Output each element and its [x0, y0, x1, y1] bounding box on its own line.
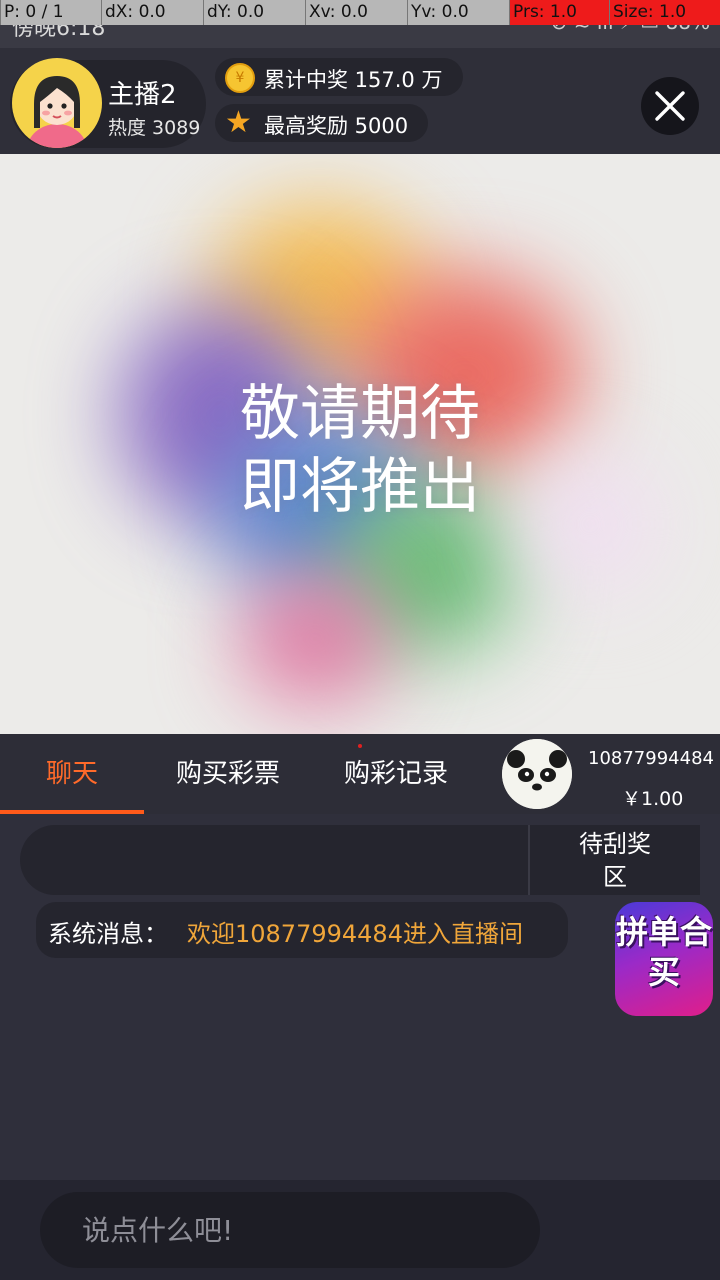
- debug-size: Size: 1.0: [609, 0, 720, 25]
- debug-pressure: Prs: 1.0: [509, 0, 609, 25]
- debug-dy: dY: 0.0: [203, 0, 305, 25]
- close-button[interactable]: [641, 77, 699, 135]
- tab-chat[interactable]: 聊天: [0, 734, 144, 814]
- total-winnings-text: 累计中奖 157.0 万: [264, 68, 443, 92]
- coming-soon-line2: 即将推出: [240, 452, 480, 522]
- host-avatar[interactable]: [12, 58, 102, 148]
- group-buy-label: 拼单合买: [615, 913, 712, 991]
- chat-input[interactable]: [40, 1192, 540, 1268]
- notice-divider: [528, 825, 530, 895]
- tab-buy-lottery[interactable]: 购买彩票: [150, 734, 306, 814]
- tab-purchase-records[interactable]: 购彩记录: [320, 734, 472, 814]
- coming-soon-message: 敬请期待 即将推出: [0, 378, 720, 524]
- debug-pointer: P: 0 / 1: [0, 0, 101, 25]
- debug-dx: dX: 0.0: [101, 0, 203, 25]
- panda-icon: [502, 739, 572, 809]
- star-icon: ★: [225, 105, 252, 140]
- system-message-label: 系统消息：: [48, 920, 168, 948]
- system-message-text: 欢迎10877994484进入直播间: [187, 920, 523, 948]
- notification-dot: [358, 744, 362, 748]
- debug-xv: Xv: 0.0: [305, 0, 407, 25]
- host-name: 主播2: [108, 80, 177, 110]
- close-icon: [655, 91, 685, 121]
- debug-yv: Yv: 0.0: [407, 0, 509, 25]
- host-heat: 热度 3089: [108, 117, 201, 139]
- max-reward-text: 最高奖励 5000: [264, 114, 409, 138]
- coming-soon-line1: 敬请期待: [240, 379, 480, 449]
- user-balance: ￥1.00: [622, 788, 684, 810]
- scratch-zone-button[interactable]: 待刮奖区: [570, 828, 660, 894]
- coin-icon: ¥: [225, 63, 255, 93]
- user-avatar[interactable]: [502, 739, 572, 809]
- pointer-debug-overlay: P: 0 / 1 dX: 0.0 dY: 0.0 Xv: 0.0 Yv: 0.0…: [0, 0, 720, 25]
- user-phone: 10877994484: [588, 748, 714, 769]
- girl-avatar-icon: [27, 76, 87, 148]
